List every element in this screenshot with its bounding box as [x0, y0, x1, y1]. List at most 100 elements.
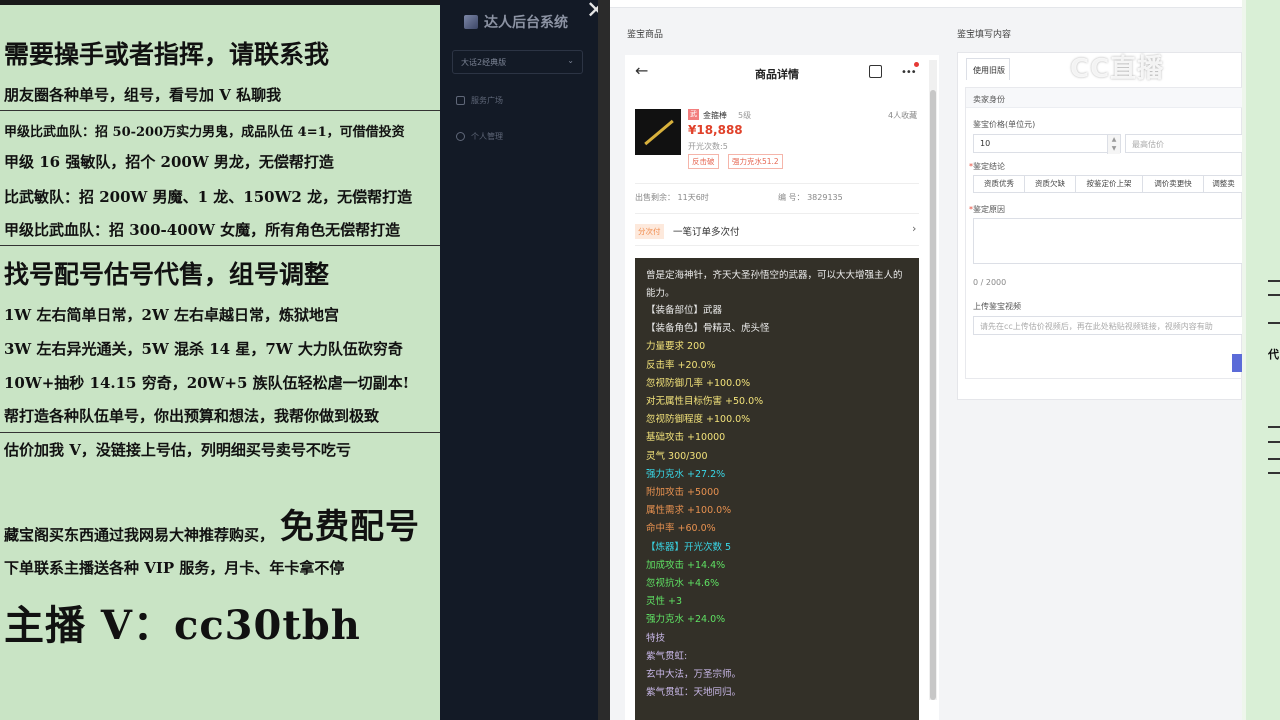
- topbar: [610, 0, 1242, 8]
- char-counter: 0 / 2000: [973, 278, 1007, 287]
- game-select[interactable]: 大话2经典版 ⌄: [452, 50, 583, 74]
- divider: [0, 110, 440, 111]
- attribute-row: 命中率 +60.0%: [646, 523, 716, 535]
- banner-line: 甲级 16 强敏队，招个 200W 男龙，无偿帮打造: [4, 153, 334, 171]
- share-icon[interactable]: [869, 65, 882, 78]
- attribute-row: 紫气贯虹：天地同归。: [646, 687, 742, 699]
- admin-sidebar: 达人后台系统 大话2经典版 ⌄ 服务广场 个人管理: [440, 0, 598, 720]
- form-body: 卖家身份 鉴宝价格(单位元) 10 ▲ ▼ 最高估价 *鉴定结论 资质优秀 资质欠…: [965, 87, 1242, 379]
- reason-textarea[interactable]: [973, 218, 1242, 264]
- price-stepper[interactable]: ▲ ▼: [1107, 135, 1120, 154]
- banner-line: 主播 V：cc30tbh: [4, 602, 361, 649]
- panel-title: 鉴宝填写内容: [957, 30, 1012, 40]
- banner-line: 免费配号: [280, 507, 420, 547]
- attribute-row: 加成攻击 +14.4%: [646, 559, 726, 571]
- attribute-row: 附加攻击 +5000: [646, 487, 720, 499]
- serial-number: 编 号： 3829135: [778, 193, 843, 202]
- edge-mark: [1268, 441, 1280, 443]
- banner-line: 估价加我 V，没链接上号估，列明细买号卖号不吃亏: [4, 441, 351, 459]
- installment-badge: 分次付: [635, 224, 664, 239]
- attribute-row: 基础攻击 +10000: [646, 432, 726, 444]
- divider: [0, 432, 440, 433]
- edge-mark: [1268, 472, 1280, 474]
- attribute-row: 【炼器】开光次数 5: [646, 541, 732, 553]
- attribute-row: 忽视抗水 +4.6%: [646, 578, 720, 590]
- installment-text[interactable]: 一笔订单多次付: [673, 224, 740, 238]
- conclusion-option[interactable]: 资质优秀: [973, 175, 1025, 193]
- price-input[interactable]: 10: [973, 134, 1121, 153]
- user-icon: [456, 132, 465, 141]
- attribute-row: 属性需求 +100.0%: [646, 505, 732, 517]
- attribute-row: 灵气 300/300: [646, 450, 708, 462]
- banner-line: 3W 左右异光通关，5W 混杀 14 星，7W 大力队伍砍穷奇: [4, 340, 403, 358]
- item-image: [635, 109, 681, 155]
- banner-line: 朋友圈各种单号，组号，看号加 V 私聊我: [4, 86, 282, 104]
- item-name: 金箍棒: [703, 111, 727, 120]
- attribute-row: 忽视防御程度 +100.0%: [646, 414, 751, 426]
- chevron-right-icon[interactable]: ›: [912, 222, 916, 235]
- screen: 需要操手或者指挥，请联系我 朋友圈各种单号，组号，看号加 V 私聊我 甲级比武血…: [0, 0, 1280, 720]
- reason-label: *鉴定原因: [969, 204, 1005, 215]
- main-content: 鉴宝商品 鉴宝填写内容 ← 商品详情 ••• 武 金箍棒 5级 4人收藏 ¥18…: [610, 0, 1242, 720]
- reason-label-text: 鉴定原因: [973, 205, 1005, 214]
- open-count: 开光次数:5: [688, 142, 728, 151]
- product-preview: ← 商品详情 ••• 武 金箍棒 5级 4人收藏 ¥18,888 开光次数:5 …: [625, 55, 939, 720]
- max-estimate-input[interactable]: 最高估价: [1125, 134, 1242, 153]
- attribute-badge: 反击破: [688, 154, 719, 169]
- divider: [635, 245, 919, 246]
- brand: 达人后台系统: [464, 12, 568, 32]
- conclusion-option[interactable]: 调价卖更快: [1142, 175, 1204, 193]
- attribute-row: 灵性 +3: [646, 596, 683, 608]
- brand-title: 达人后台系统: [484, 15, 568, 31]
- banner-line: 1W 左右简单日常，2W 左右卓越日常，炼狱地宫: [4, 306, 340, 324]
- scrollbar[interactable]: [929, 60, 937, 700]
- attribute-row: 强力克水 +27.2%: [646, 468, 726, 480]
- attribute-row: 紫气贯虹:: [646, 650, 688, 662]
- video-link-input[interactable]: 请先在cc上传估价视频后，再在此处粘贴视频链接，视频内容有助: [973, 316, 1242, 335]
- right-banner-edge: 代: [1242, 0, 1280, 720]
- banner-line: 甲级比武血队：招 50-200万实力男鬼，成品队伍 4=1，可借借投资: [4, 125, 405, 140]
- sidebar-item-label: 个人管理: [471, 132, 503, 141]
- stream-banner: 需要操手或者指挥，请联系我 朋友圈各种单号，组号，看号加 V 私聊我 甲级比武血…: [0, 5, 440, 720]
- weapon-tag: 武: [688, 109, 699, 120]
- preview-title: 商品详情: [755, 68, 799, 81]
- divider: [635, 183, 919, 184]
- banner-line: 甲级比武血队：招 300-400W 女魔，所有角色无偿帮打造: [4, 221, 401, 239]
- attribute-row: 【装备角色】骨精灵、虎头怪: [646, 323, 770, 335]
- edge-mark: [1268, 322, 1280, 324]
- attribute-row: 强力克水 +24.0%: [646, 614, 726, 626]
- edge-mark: [1268, 426, 1280, 428]
- section-header: 卖家身份: [966, 88, 1242, 108]
- attribute-row: 忽视防御几率 +100.0%: [646, 377, 751, 389]
- select-value: 大话2经典版: [461, 58, 507, 67]
- edge-mark: [1268, 294, 1280, 296]
- item-price: ¥18,888: [688, 123, 743, 137]
- sidebar-item-label: 服务广场: [471, 96, 503, 105]
- edge-mark: [1268, 458, 1280, 460]
- item-level: 5级: [738, 111, 752, 120]
- banner-line: 比武敏队：招 200W 男魔、1 龙、150W2 龙，无偿帮打造: [4, 188, 413, 206]
- banner-line: 需要操手或者指挥，请联系我: [4, 40, 330, 69]
- scrollbar-thumb[interactable]: [930, 90, 936, 700]
- item-description: 曾是定海神针，齐天大圣孙悟空的武器，可以大大增强主人的能力。: [646, 270, 903, 299]
- attribute-badge: 强力克水51.2: [728, 154, 783, 169]
- preview-header: ← 商品详情 •••: [625, 55, 939, 91]
- more-icon[interactable]: •••: [901, 67, 917, 78]
- conclusion-option[interactable]: 资质欠缺: [1024, 175, 1076, 193]
- sidebar-item-personal[interactable]: 个人管理: [456, 131, 503, 142]
- attribute-row: 对无属性目标伤害 +50.0%: [646, 396, 764, 408]
- attribute-row: 【装备部位】武器: [646, 305, 723, 316]
- logo-icon: [464, 15, 478, 29]
- banner-line: 找号配号估号代售，组号调整: [4, 260, 330, 289]
- price-label: 鉴宝价格(单位元): [973, 120, 1036, 129]
- conclusion-label: *鉴定结论: [969, 161, 1005, 172]
- banner-line: 藏宝阁买东西通过我网易大神推荐购买，: [4, 526, 275, 544]
- conclusion-option[interactable]: 按鉴定价上架: [1075, 175, 1143, 193]
- tab-old-version[interactable]: 使用旧版: [966, 58, 1010, 80]
- conclusion-option[interactable]: 调整卖: [1203, 175, 1242, 193]
- submit-button[interactable]: [1232, 354, 1242, 372]
- sidebar-item-service-square[interactable]: 服务广场: [456, 95, 503, 106]
- watermark: CC直播: [1070, 54, 1165, 84]
- favorites-count: 4人收藏: [888, 111, 918, 120]
- attribute-row: 力量要求 200: [646, 341, 706, 353]
